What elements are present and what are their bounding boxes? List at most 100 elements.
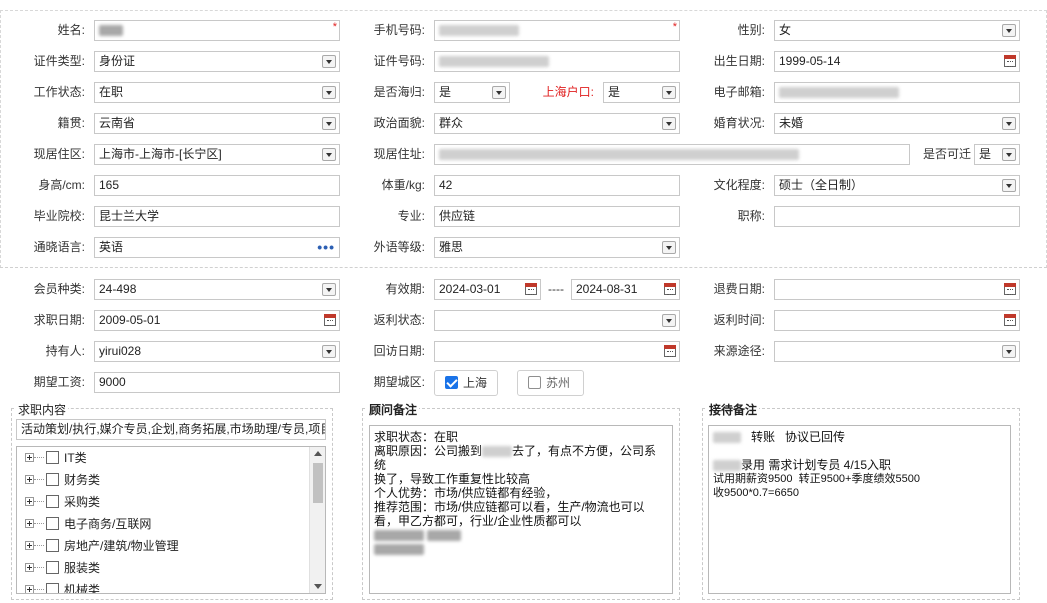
email-label: 电子邮箱: xyxy=(713,85,765,99)
rebate-time-input[interactable] xyxy=(774,310,1020,331)
scroll-up-icon[interactable] xyxy=(314,451,322,456)
tree-item[interactable]: 房地产/建筑/物业管理 xyxy=(17,535,307,557)
calendar-icon[interactable] xyxy=(664,283,676,295)
calendar-icon[interactable] xyxy=(324,314,336,326)
checkbox-icon[interactable] xyxy=(46,583,59,593)
refund-date-input[interactable] xyxy=(774,279,1020,300)
education-select[interactable]: 硕士（全日制） xyxy=(774,175,1020,196)
native-place-select[interactable]: 云南省 xyxy=(94,113,340,134)
gender-select[interactable]: 女 xyxy=(774,20,1020,41)
major-input[interactable]: 供应链 xyxy=(434,206,680,227)
calendar-icon[interactable] xyxy=(1004,55,1016,67)
height-input[interactable]: 165 xyxy=(94,175,340,196)
tree-item[interactable]: 服装类 xyxy=(17,557,307,579)
chevron-down-icon[interactable] xyxy=(662,117,676,130)
relocate-value: 是 xyxy=(979,147,992,161)
scroll-down-icon[interactable] xyxy=(314,584,322,589)
tree-item[interactable]: 财务类 xyxy=(17,469,307,491)
reception-notes-textarea[interactable]: 转账 协议已回传 录用 需求计划专员 4/15入职 试用期薪资9500 转正95… xyxy=(708,425,1011,594)
section-divider xyxy=(0,267,1047,268)
note-line: 求职状态：在职 xyxy=(374,430,459,444)
overseas-select[interactable]: 是 xyxy=(434,82,510,103)
expand-icon[interactable] xyxy=(25,475,34,484)
name-input[interactable]: * xyxy=(94,20,340,41)
expand-icon[interactable] xyxy=(25,563,34,572)
checkbox-icon[interactable] xyxy=(46,539,59,552)
relocate-select[interactable]: 是 xyxy=(974,144,1020,165)
id-number-input[interactable] xyxy=(434,51,680,72)
checkbox-icon[interactable] xyxy=(46,451,59,464)
expand-icon[interactable] xyxy=(25,497,34,506)
chevron-down-icon[interactable] xyxy=(662,86,676,99)
tree-item[interactable]: IT类 xyxy=(17,447,307,469)
checkbox-icon[interactable] xyxy=(46,473,59,486)
chevron-down-icon[interactable] xyxy=(1002,345,1016,358)
more-options-icon[interactable]: ••• xyxy=(317,238,335,257)
district-select[interactable]: 上海市-上海市-[长宁区] xyxy=(94,144,340,165)
job-content-summary[interactable]: 活动策划/执行,媒介专员,企划,商务拓展,市场助理/专员,项目 xyxy=(16,419,326,440)
chevron-down-icon[interactable] xyxy=(322,148,336,161)
valid-to-value: 2024-08-31 xyxy=(576,282,638,296)
calendar-icon[interactable] xyxy=(664,345,676,357)
salary-input[interactable]: 9000 xyxy=(94,372,340,393)
chevron-down-icon[interactable] xyxy=(1002,148,1016,161)
chevron-down-icon[interactable] xyxy=(322,55,336,68)
calendar-icon[interactable] xyxy=(1004,283,1016,295)
marital-select[interactable]: 未婚 xyxy=(774,113,1020,134)
school-input[interactable]: 昆士兰大学 xyxy=(94,206,340,227)
expand-icon[interactable] xyxy=(25,585,34,593)
hukou-select[interactable]: 是 xyxy=(603,82,680,103)
checkbox-icon[interactable] xyxy=(46,495,59,508)
weight-input[interactable]: 42 xyxy=(434,175,680,196)
job-category-tree[interactable]: IT类 财务类 采购类 电子商务/互联网 房地产/建筑/物业管理 服装类 机械类 xyxy=(16,446,326,594)
work-status-select[interactable]: 在职 xyxy=(94,82,340,103)
expand-icon[interactable] xyxy=(25,519,34,528)
language-level-select[interactable]: 雅思 xyxy=(434,237,680,258)
professional-title-input[interactable] xyxy=(774,206,1020,227)
advisor-notes-textarea[interactable]: 求职状态：在职 离职原因：公司搬到 去了，有点不方便，公司系统 换了，导致工作重复… xyxy=(369,425,673,594)
visit-date-input[interactable] xyxy=(434,341,680,362)
expand-icon[interactable] xyxy=(25,453,34,462)
chevron-down-icon[interactable] xyxy=(322,345,336,358)
tree-item[interactable]: 电子商务/互联网 xyxy=(17,513,307,535)
chevron-down-icon[interactable] xyxy=(662,241,676,254)
chevron-down-icon[interactable] xyxy=(322,117,336,130)
expand-icon[interactable] xyxy=(25,541,34,550)
rebate-status-label: 返利状态: xyxy=(373,313,425,327)
rebate-status-select[interactable] xyxy=(434,310,680,331)
holder-select[interactable]: yirui028 xyxy=(94,341,340,362)
chevron-down-icon[interactable] xyxy=(1002,24,1016,37)
checkbox-icon[interactable] xyxy=(46,517,59,530)
calendar-icon[interactable] xyxy=(1004,314,1016,326)
chevron-down-icon[interactable] xyxy=(492,86,506,99)
city-shanghai-checkbox[interactable]: 上海 xyxy=(434,370,498,396)
tree-item-label: 服装类 xyxy=(64,561,101,575)
calendar-icon[interactable] xyxy=(525,283,537,295)
education-value: 硕士（全日制） xyxy=(779,178,864,192)
email-input[interactable] xyxy=(774,82,1020,103)
redacted-text xyxy=(374,544,424,556)
redacted-text xyxy=(482,446,513,458)
apply-date-input[interactable]: 2009-05-01 xyxy=(94,310,340,331)
address-input[interactable] xyxy=(434,144,910,165)
birth-date-input[interactable]: 1999-05-14 xyxy=(774,51,1020,72)
city-suzhou-checkbox[interactable]: 苏州 xyxy=(517,370,584,396)
chevron-down-icon[interactable] xyxy=(662,314,676,327)
phone-input[interactable]: * xyxy=(434,20,680,41)
chevron-down-icon[interactable] xyxy=(1002,179,1016,192)
checkbox-icon[interactable] xyxy=(46,561,59,574)
valid-from-input[interactable]: 2024-03-01 xyxy=(434,279,541,300)
tree-scrollbar[interactable] xyxy=(309,447,325,593)
chevron-down-icon[interactable] xyxy=(322,86,336,99)
tree-item[interactable]: 机械类 xyxy=(17,579,307,593)
chevron-down-icon[interactable] xyxy=(1002,117,1016,130)
scrollbar-thumb[interactable] xyxy=(313,463,323,503)
member-type-select[interactable]: 24-498 xyxy=(94,279,340,300)
tree-item[interactable]: 采购类 xyxy=(17,491,307,513)
political-select[interactable]: 群众 xyxy=(434,113,680,134)
source-select[interactable] xyxy=(774,341,1020,362)
id-type-select[interactable]: 身份证 xyxy=(94,51,340,72)
chevron-down-icon[interactable] xyxy=(322,283,336,296)
language-input[interactable]: 英语 ••• xyxy=(94,237,340,258)
valid-to-input[interactable]: 2024-08-31 xyxy=(571,279,680,300)
